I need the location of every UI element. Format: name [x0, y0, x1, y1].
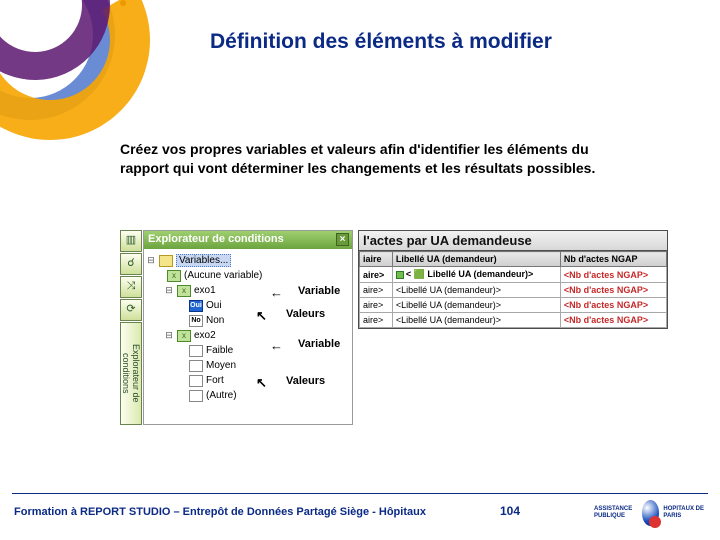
- folder-icon: [159, 255, 173, 267]
- logo-badge-icon: [642, 500, 660, 526]
- panel-header: Explorateur de conditions ×: [144, 231, 352, 249]
- annot-valeurs-1: Valeurs: [286, 308, 325, 320]
- cell[interactable]: <Nb d'actes NGAP>: [560, 313, 666, 328]
- grid-header[interactable]: Libellé UA (demandeur): [392, 252, 560, 267]
- data-grid: l'actes par UA demandeuse iaire Libellé …: [358, 230, 668, 329]
- tree-value[interactable]: Non: [206, 315, 224, 326]
- aphp-logo: ASSISTANCE PUBLIQUE HOPITAUX DE PARIS: [594, 496, 704, 530]
- footer-text: Formation à REPORT STUDIO – Entrepôt de …: [14, 506, 426, 518]
- value-icon: [189, 375, 203, 387]
- cell[interactable]: <Libellé UA (demandeur)>: [392, 313, 560, 328]
- cell[interactable]: <Nb d'actes NGAP>: [560, 283, 666, 298]
- page-number: 104: [500, 504, 520, 518]
- grid-header[interactable]: Nb d'actes NGAP: [560, 252, 666, 267]
- tree-item[interactable]: (Aucune variable): [184, 270, 262, 281]
- grid-title: l'actes par UA demandeuse: [359, 231, 667, 251]
- table-row: aire> <Libellé UA (demandeur)> <Nb d'act…: [360, 313, 667, 328]
- tree-root[interactable]: Variables...: [176, 254, 231, 267]
- close-icon[interactable]: ×: [336, 233, 349, 246]
- toolbar-btn-refresh-icon[interactable]: ⟳: [120, 299, 142, 321]
- tree-value[interactable]: Oui: [206, 300, 222, 311]
- figure-area: ▥ ☌ ⤨ ⟳ Explorateur de conditions Explor…: [120, 230, 670, 430]
- cell[interactable]: aire>: [360, 267, 393, 283]
- cell[interactable]: <Nb d'actes NGAP>: [560, 267, 666, 283]
- cell-indicator-icon: [396, 271, 404, 279]
- tree-value[interactable]: Moyen: [206, 360, 236, 371]
- tree-value[interactable]: Faible: [206, 345, 233, 356]
- table-row: aire> <Libellé UA (demandeur)> <Nb d'act…: [360, 283, 667, 298]
- tree-item-exo1[interactable]: exo1: [194, 285, 216, 296]
- cell[interactable]: <Libellé UA (demandeur)>: [392, 283, 560, 298]
- value-icon: [189, 345, 203, 357]
- tree-value[interactable]: Fort: [206, 375, 224, 386]
- tree-item-exo2[interactable]: exo2: [194, 330, 216, 341]
- grid-header-row: iaire Libellé UA (demandeur) Nb d'actes …: [360, 252, 667, 267]
- logo-text-left: ASSISTANCE PUBLIQUE: [594, 506, 642, 520]
- toolbar-btn-arrows-icon[interactable]: ⤨: [120, 276, 142, 298]
- page-title: Définition des éléments à modifier: [210, 30, 552, 54]
- tree-value[interactable]: (Autre): [206, 390, 237, 401]
- annot-variable-2: Variable: [298, 338, 340, 350]
- vertical-toolbar: ▥ ☌ ⤨ ⟳ Explorateur de conditions: [120, 230, 142, 425]
- cell[interactable]: <Libellé UA (demandeur)>: [392, 298, 560, 313]
- table-row: aire> < 🟩 Libellé UA (demandeur)> <Nb d'…: [360, 267, 667, 283]
- panel-header-label: Explorateur de conditions: [148, 233, 284, 245]
- toolbar-btn-zoom-icon[interactable]: ☌: [120, 253, 142, 275]
- grid-header[interactable]: iaire: [360, 252, 393, 267]
- cell[interactable]: aire>: [360, 283, 393, 298]
- value-icon: [189, 360, 203, 372]
- cell[interactable]: <Nb d'actes NGAP>: [560, 298, 666, 313]
- var-icon: x: [177, 330, 191, 342]
- table-row: aire> <Libellé UA (demandeur)> <Nb d'act…: [360, 298, 667, 313]
- page-subtitle: Créez vos propres variables et valeurs a…: [120, 140, 630, 178]
- annot-variable-1: Variable: [298, 285, 340, 297]
- footer-rule: [12, 493, 708, 494]
- var-none-icon: x: [167, 270, 181, 282]
- cell[interactable]: aire>: [360, 313, 393, 328]
- annot-valeurs-2: Valeurs: [286, 375, 325, 387]
- toolbar-btn-doc-icon[interactable]: ▥: [120, 230, 142, 252]
- value-non-icon: No: [189, 315, 203, 327]
- value-oui-icon: Oui: [189, 300, 203, 312]
- var-icon: x: [177, 285, 191, 297]
- conditions-explorer-panel: Explorateur de conditions × ⊟Variables..…: [143, 230, 353, 425]
- logo-text-right: HOPITAUX DE PARIS: [663, 506, 704, 520]
- cell[interactable]: aire>: [360, 298, 393, 313]
- value-icon: [189, 390, 203, 402]
- cell[interactable]: < 🟩 Libellé UA (demandeur)>: [406, 269, 533, 279]
- vertical-tab-conditions[interactable]: Explorateur de conditions: [120, 322, 142, 425]
